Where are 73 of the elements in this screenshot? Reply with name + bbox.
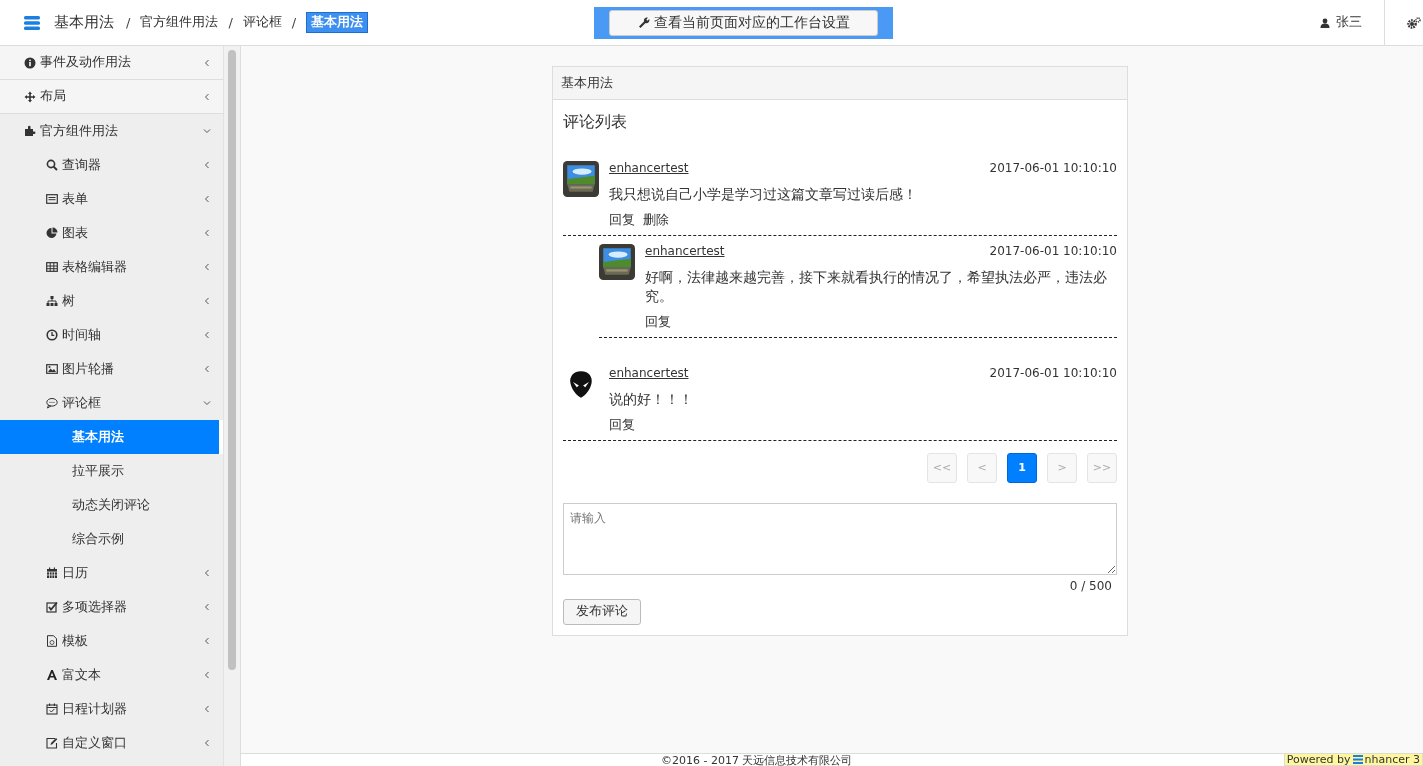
- comment-action-link[interactable]: 删除: [643, 211, 669, 229]
- sidebar-item[interactable]: 基本用法: [0, 420, 224, 454]
- comment-icon: [46, 397, 58, 409]
- breadcrumb-separator: /: [126, 15, 131, 30]
- settings-icon[interactable]: [1407, 16, 1421, 29]
- menu-icon[interactable]: [24, 15, 40, 30]
- breadcrumb-separator: /: [291, 15, 297, 30]
- pie-icon: [46, 227, 58, 239]
- sidebar-item[interactable]: 日程计划器: [0, 692, 224, 726]
- calendar-icon: [46, 567, 58, 579]
- comment-action-link[interactable]: 回复: [609, 416, 635, 434]
- wrench-icon: [637, 16, 650, 29]
- page-title: 基本用法: [54, 13, 114, 32]
- sidebar-item[interactable]: 综合示例: [0, 522, 224, 556]
- sidebar-item[interactable]: 拉平展示: [0, 454, 224, 488]
- copyright-text: ©2016 - 2017 天远信息技术有限公司: [661, 755, 853, 766]
- schedule-icon: [46, 703, 58, 715]
- comment-input[interactable]: 请输入: [563, 502, 1117, 575]
- panel-title: 基本用法: [553, 67, 1127, 100]
- comment-text: 好啊，法律越来越完善，接下来就看执行的情况了，希望执法必严，违法必究。: [645, 267, 1108, 306]
- comment-time: 2017-06-01 10:10:10: [989, 161, 1117, 175]
- sidebar-item[interactable]: 图表: [0, 216, 224, 250]
- sidebar-item[interactable]: 动态关闭评论: [0, 488, 224, 522]
- comment-time: 2017-06-01 10:10:10: [989, 243, 1117, 258]
- sidebar-item[interactable]: 表单: [0, 182, 224, 216]
- author-link[interactable]: enhancertest: [645, 243, 725, 258]
- comment-text: 说的好！！！: [609, 389, 694, 409]
- table-icon: [46, 261, 58, 273]
- user-name[interactable]: 张三: [1336, 14, 1362, 31]
- font-icon: [46, 669, 58, 681]
- sidebar-item[interactable]: 查询器: [0, 148, 224, 182]
- edit-icon: [46, 737, 58, 749]
- character-counter: 0 / 500: [1069, 578, 1112, 593]
- file-icon: [46, 635, 58, 647]
- form-icon: [46, 193, 58, 205]
- submit-button[interactable]: 发布评论: [563, 598, 641, 625]
- comment-action-link[interactable]: 回复: [645, 313, 671, 331]
- breadcrumb-link[interactable]: 官方组件用法: [140, 14, 219, 31]
- page-button[interactable]: 1: [1007, 452, 1037, 483]
- breadcrumb-separator: /: [228, 15, 233, 30]
- sidebar-item[interactable]: 布局: [0, 80, 224, 114]
- workbench-button[interactable]: 查看当前页面对应的工作台设置: [609, 9, 878, 36]
- breadcrumb-link[interactable]: 评论框: [242, 14, 282, 31]
- sidebar-item[interactable]: 多项选择器: [0, 590, 224, 624]
- sidebar-item[interactable]: 树: [0, 284, 224, 318]
- info-icon: [24, 56, 36, 69]
- user-icon: [1320, 17, 1330, 28]
- sidebar-item[interactable]: 官方组件用法: [0, 114, 224, 148]
- puzzle-icon: [24, 125, 36, 137]
- logo-icon: [1352, 755, 1363, 764]
- sidebar-item[interactable]: 模板: [0, 624, 224, 658]
- sidebar-item[interactable]: 图片轮播: [0, 352, 224, 386]
- sidebar-item[interactable]: 评论框: [0, 386, 224, 420]
- author-link[interactable]: enhancertest: [609, 161, 689, 175]
- search-icon: [46, 159, 58, 171]
- sidebar-item[interactable]: 日历: [0, 556, 224, 590]
- check-icon: [46, 601, 58, 613]
- sidebar-item[interactable]: 事件及动作用法: [0, 46, 224, 80]
- sidebar-item[interactable]: 自定义窗口: [0, 726, 224, 760]
- powered-by-badge: Powered by nhancer 3: [1283, 753, 1423, 766]
- comment-action-link[interactable]: 回复: [609, 211, 635, 229]
- clock-icon: [46, 329, 58, 341]
- sidebar-item[interactable]: 时间轴: [0, 318, 224, 352]
- scrollbar-thumb[interactable]: [228, 50, 237, 670]
- tree-icon: [46, 295, 58, 307]
- section-heading: 评论列表: [563, 112, 628, 133]
- author-link[interactable]: enhancertest: [609, 365, 689, 380]
- comment-text: 我只想说自己小学是学习过这篇文章写过读后感！: [609, 185, 918, 204]
- image-icon: [46, 363, 58, 375]
- sidebar-item[interactable]: 富文本: [0, 658, 224, 692]
- move-icon: [24, 90, 36, 103]
- comment-time: 2017-06-01 10:10:10: [989, 365, 1117, 380]
- sidebar-item[interactable]: 表格编辑器: [0, 250, 224, 284]
